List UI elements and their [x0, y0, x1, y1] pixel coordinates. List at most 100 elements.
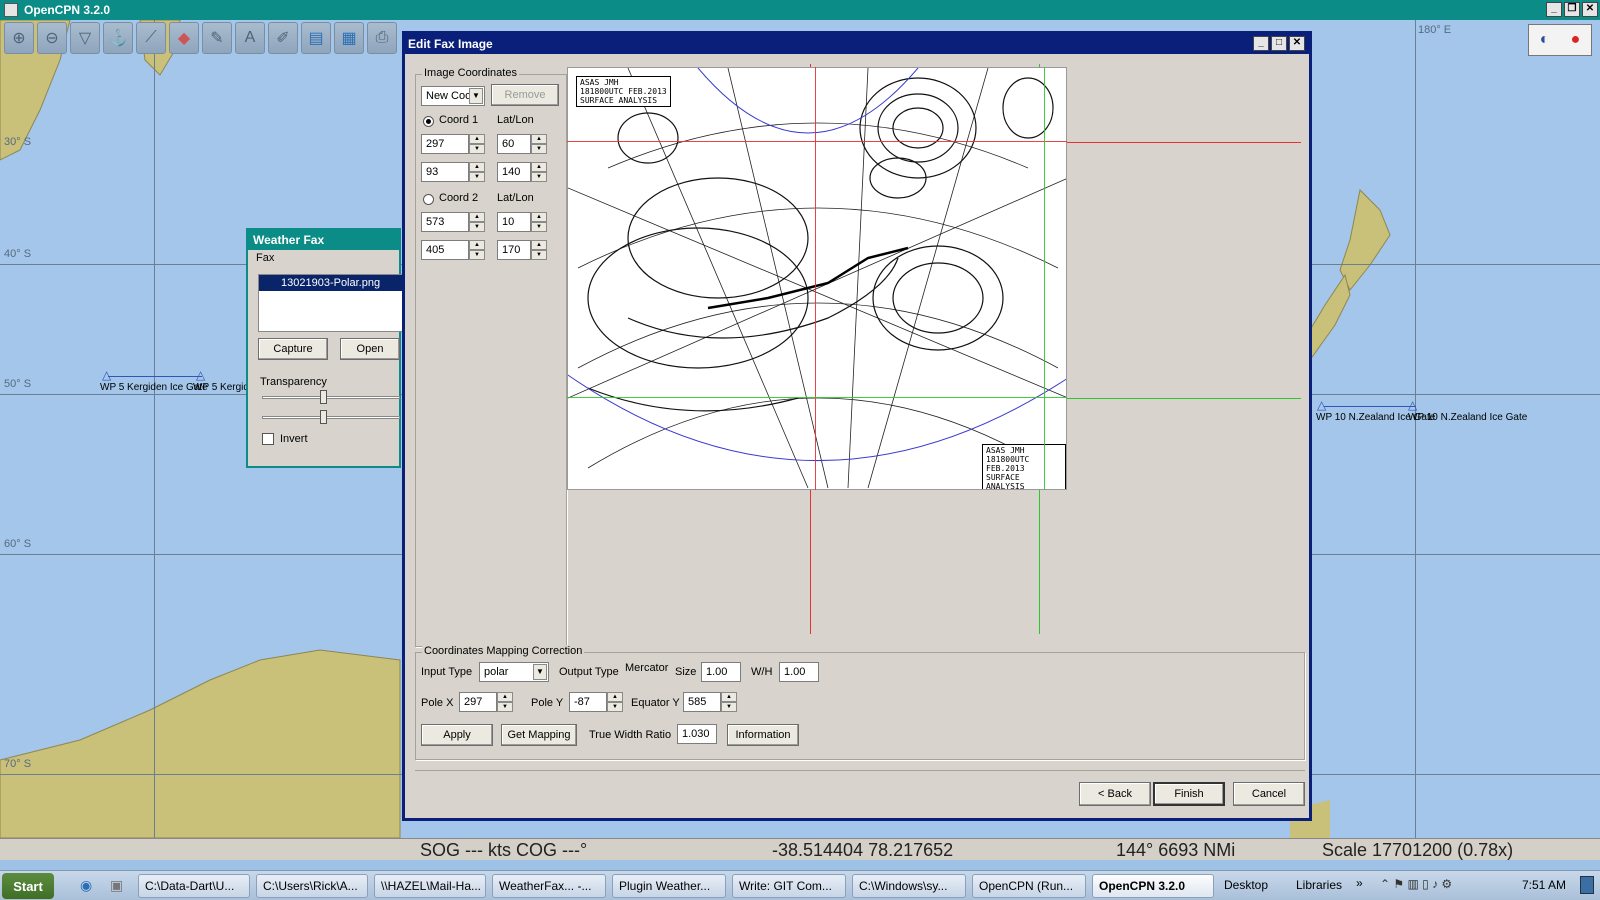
- arrow-down-icon[interactable]: ▼: [607, 702, 623, 712]
- invert-checkbox[interactable]: [262, 433, 274, 445]
- show-desktop-button[interactable]: [1580, 876, 1594, 894]
- taskbar-item[interactable]: C:\Users\Rick\A...: [256, 874, 368, 898]
- stepper-value[interactable]: 585: [683, 692, 721, 712]
- taskbar-item[interactable]: OpenCPN (Run...: [972, 874, 1086, 898]
- compass-widget[interactable]: ◐ ●: [1528, 24, 1592, 56]
- stepper-value[interactable]: 573: [421, 212, 469, 232]
- coord2-lat-stepper[interactable]: 10 ▲ ▼: [497, 212, 547, 232]
- zoom-in-icon[interactable]: ⊕: [4, 22, 34, 54]
- arrow-down-icon[interactable]: ▼: [497, 702, 513, 712]
- maximize-button[interactable]: □: [1271, 36, 1287, 51]
- chevron-down-icon[interactable]: ▼: [533, 664, 547, 680]
- minimize-button[interactable]: _: [1253, 36, 1269, 51]
- restore-button[interactable]: ❐: [1564, 2, 1580, 17]
- cancel-button[interactable]: Cancel: [1233, 782, 1305, 806]
- arrow-down-icon[interactable]: ▼: [721, 702, 737, 712]
- stepper-value[interactable]: 10: [497, 212, 531, 232]
- arrow-down-icon[interactable]: ▼: [469, 172, 485, 182]
- mark-icon[interactable]: ✐: [268, 22, 298, 54]
- layers-icon[interactable]: ▤: [301, 22, 331, 54]
- finish-button[interactable]: Finish: [1153, 782, 1225, 806]
- waypoint-icon[interactable]: △: [102, 368, 111, 382]
- taskbar-item[interactable]: Plugin Weather...: [612, 874, 726, 898]
- arrow-up-icon[interactable]: ▲: [721, 692, 737, 702]
- stepper-value[interactable]: 405: [421, 240, 469, 260]
- coord1-x-stepper[interactable]: 297 ▲ ▼: [421, 134, 485, 154]
- slider-handle[interactable]: [320, 410, 327, 424]
- arrow-up-icon[interactable]: ▲: [497, 692, 513, 702]
- size-input[interactable]: 1.00: [701, 662, 741, 682]
- equator-y-stepper[interactable]: 585 ▲ ▼: [683, 692, 737, 712]
- arrow-down-icon[interactable]: ▼: [469, 250, 485, 260]
- whitetransparency-slider[interactable]: [262, 416, 400, 419]
- fax-list[interactable]: 13021903-Polar.png: [258, 274, 403, 332]
- arrow-down-icon[interactable]: ▼: [469, 222, 485, 232]
- fax-image[interactable]: ASAS JMH 181800UTC FEB.2013 SURFACE ANAL…: [567, 67, 1067, 490]
- stepper-value[interactable]: 297: [459, 692, 497, 712]
- information-button[interactable]: Information: [727, 724, 799, 746]
- close-button[interactable]: ✕: [1582, 2, 1598, 17]
- close-button[interactable]: ✕: [1289, 36, 1305, 51]
- arrow-up-icon[interactable]: ▲: [531, 162, 547, 172]
- coord2-y-stepper[interactable]: 405 ▲ ▼: [421, 240, 485, 260]
- arrow-up-icon[interactable]: ▲: [469, 162, 485, 172]
- taskbar-item-active[interactable]: OpenCPN 3.2.0: [1092, 874, 1214, 898]
- coord1-radio[interactable]: [423, 116, 434, 127]
- arrow-up-icon[interactable]: ▲: [531, 212, 547, 222]
- taskbar-item[interactable]: \\HAZEL\Mail-Ha...: [374, 874, 486, 898]
- chevron-right-icon[interactable]: »: [1356, 876, 1363, 890]
- back-button[interactable]: < Back: [1079, 782, 1151, 806]
- arrow-down-icon[interactable]: ▼: [531, 144, 547, 154]
- libraries-toolbar[interactable]: Libraries: [1296, 878, 1342, 892]
- route-icon[interactable]: ⟋: [136, 22, 166, 54]
- arrow-up-icon[interactable]: ▲: [607, 692, 623, 702]
- transparency-slider[interactable]: [262, 396, 400, 399]
- stepper-value[interactable]: 170: [497, 240, 531, 260]
- taskbar-item[interactable]: C:\Windows\sy...: [852, 874, 966, 898]
- zoom-out-icon[interactable]: ⊖: [37, 22, 67, 54]
- stepper-value[interactable]: 140: [497, 162, 531, 182]
- anchor-icon[interactable]: ⚓: [103, 22, 133, 54]
- arrow-up-icon[interactable]: ▲: [531, 240, 547, 250]
- coord2-lon-stepper[interactable]: 170 ▲ ▼: [497, 240, 547, 260]
- pole-y-stepper[interactable]: -87 ▲ ▼: [569, 692, 623, 712]
- stepper-value[interactable]: 60: [497, 134, 531, 154]
- waypoint-icon[interactable]: △: [1408, 398, 1417, 412]
- coord2-x-stepper[interactable]: 573 ▲ ▼: [421, 212, 485, 232]
- open-button[interactable]: Open: [340, 338, 400, 360]
- waypoint-icon[interactable]: △: [1317, 398, 1326, 412]
- slider-handle[interactable]: [320, 390, 327, 404]
- media-icon[interactable]: ▣: [110, 877, 123, 894]
- clock[interactable]: 7:51 AM: [1522, 878, 1566, 892]
- taskbar-item[interactable]: Write: GIT Com...: [732, 874, 846, 898]
- arrow-down-icon[interactable]: ▼: [531, 222, 547, 232]
- chart-icon[interactable]: ◆: [169, 22, 199, 54]
- arrow-up-icon[interactable]: ▲: [469, 240, 485, 250]
- coord1-y-stepper[interactable]: 93 ▲ ▼: [421, 162, 485, 182]
- grib-icon[interactable]: ▦: [334, 22, 364, 54]
- arrow-up-icon[interactable]: ▲: [531, 134, 547, 144]
- remove-button[interactable]: Remove: [491, 84, 559, 106]
- start-button[interactable]: Start: [2, 873, 54, 899]
- apply-button[interactable]: Apply: [421, 724, 493, 746]
- taskbar-item[interactable]: WeatherFax... -...: [492, 874, 606, 898]
- get-mapping-button[interactable]: Get Mapping: [501, 724, 577, 746]
- tray-icons[interactable]: ⌃ ⚑ ▥ ▯ ♪ ⚙: [1380, 877, 1452, 891]
- print-icon[interactable]: ⎙: [367, 22, 397, 54]
- arrow-up-icon[interactable]: ▲: [469, 212, 485, 222]
- arrow-down-icon[interactable]: ▼: [531, 172, 547, 182]
- waypoint-icon[interactable]: △: [196, 368, 205, 382]
- measure-icon[interactable]: ✎: [202, 22, 232, 54]
- minimize-button[interactable]: _: [1546, 2, 1562, 17]
- arrow-down-icon[interactable]: ▼: [469, 144, 485, 154]
- coord-select[interactable]: New Coo ▼: [421, 86, 485, 106]
- taskbar-item[interactable]: C:\Data-Dart\U...: [138, 874, 250, 898]
- stepper-value[interactable]: 297: [421, 134, 469, 154]
- capture-button[interactable]: Capture: [258, 338, 328, 360]
- ship-icon[interactable]: ▽: [70, 22, 100, 54]
- input-type-select[interactable]: polar ▼: [479, 662, 549, 682]
- arrow-down-icon[interactable]: ▼: [531, 250, 547, 260]
- list-item[interactable]: 13021903-Polar.png: [259, 275, 402, 291]
- desktop-toolbar[interactable]: Desktop: [1224, 878, 1268, 892]
- coord1-lon-stepper[interactable]: 140 ▲ ▼: [497, 162, 547, 182]
